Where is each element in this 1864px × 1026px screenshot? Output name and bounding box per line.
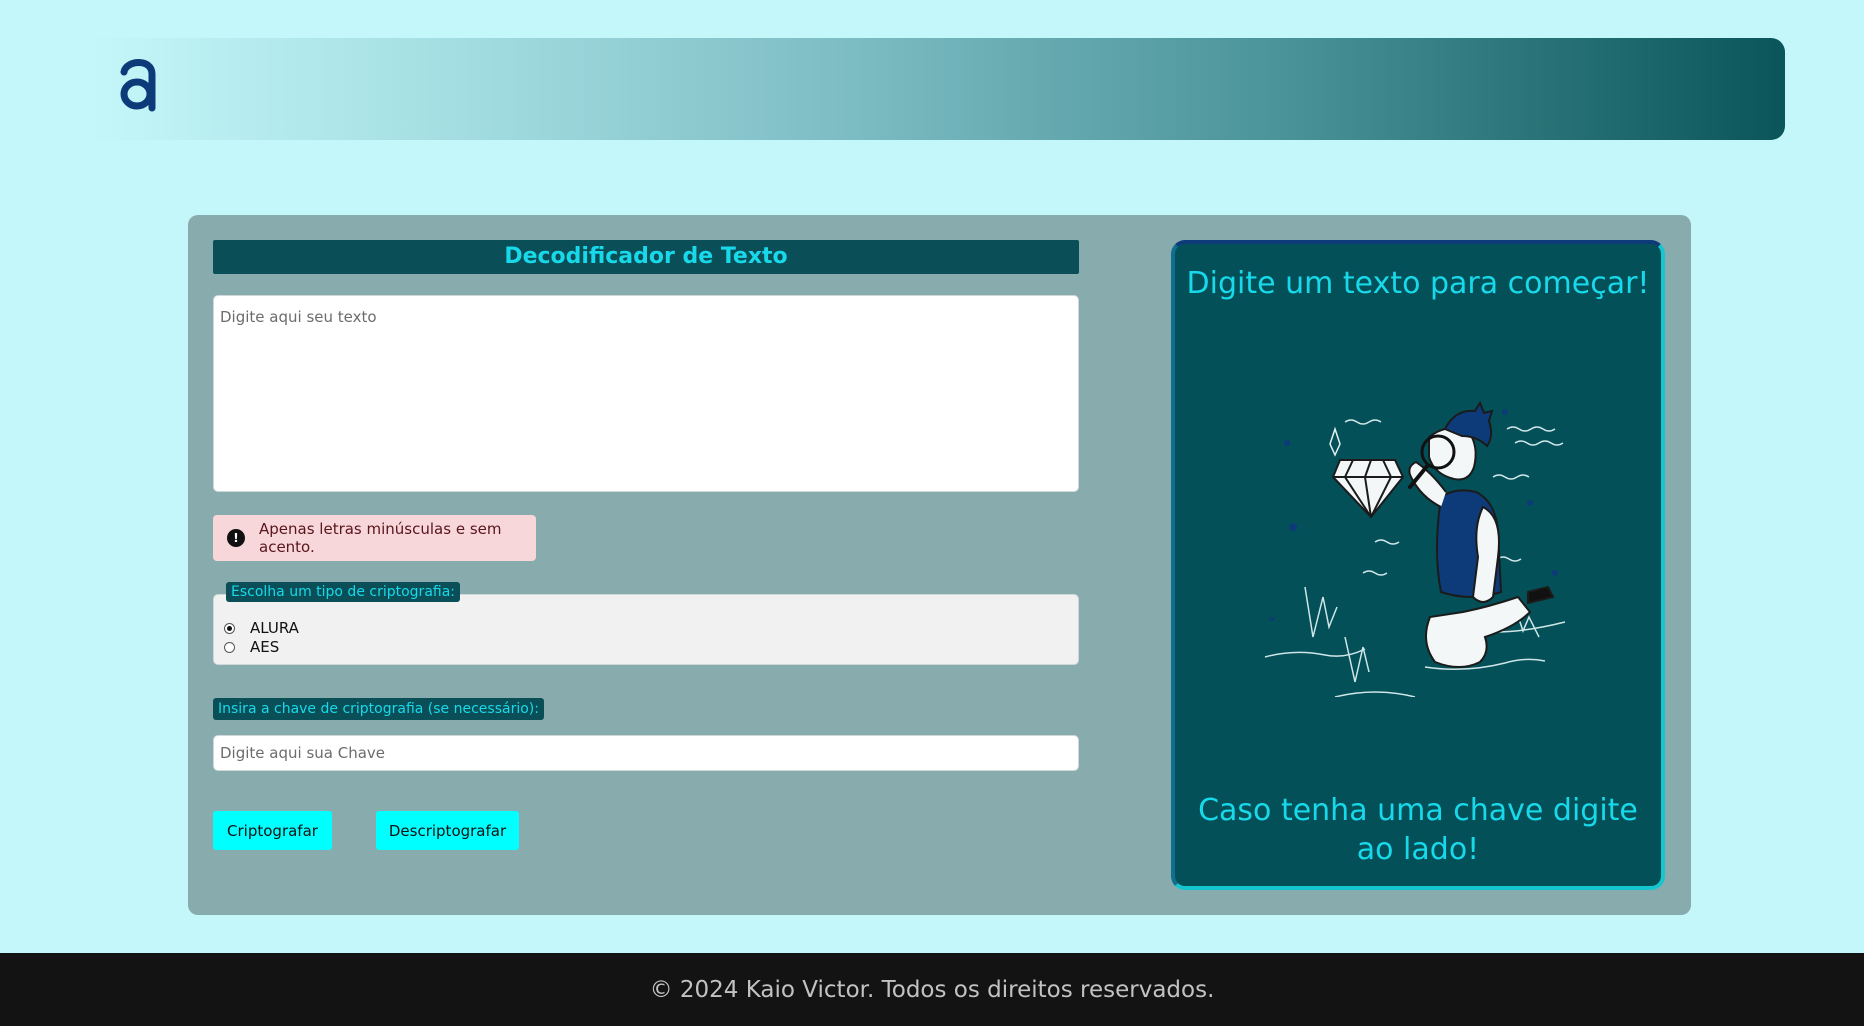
page-title: Decodificador de Texto: [213, 240, 1079, 274]
footer-text: © 2024 Kaio Victor. Todos os direitos re…: [649, 976, 1215, 1003]
crypto-type-legend: Escolha um tipo de criptografia:: [226, 582, 461, 602]
output-bottom-message: Caso tenha uma chave digite ao lado!: [1198, 793, 1638, 867]
text-input[interactable]: [213, 295, 1079, 492]
radio-button-aes[interactable]: [224, 641, 235, 653]
crypto-type-fieldset: Escolha um tipo de criptografia: ALURA A…: [213, 582, 1079, 665]
alert-text: Apenas letras minúsculas e sem acento.: [259, 520, 502, 556]
encrypt-button[interactable]: Criptografar: [213, 811, 332, 850]
output-panel: Digite um texto para começar! Caso tenha…: [1171, 240, 1665, 890]
radio-label-alura: ALURA: [250, 619, 299, 637]
radio-button-alura[interactable]: [224, 622, 235, 634]
exclamation-circle-icon: !: [227, 529, 245, 547]
main-card: Decodificador de Texto ! Apenas letras m…: [188, 215, 1691, 915]
decrypt-button[interactable]: Descriptografar: [376, 811, 519, 850]
radio-option-alura[interactable]: ALURA: [224, 619, 299, 637]
radio-option-aes[interactable]: AES: [224, 638, 279, 656]
warning-alert: ! Apenas letras minúsculas e sem acento.: [213, 515, 536, 561]
page: Decodificador de Texto ! Apenas letras m…: [0, 0, 1864, 1026]
footer: © 2024 Kaio Victor. Todos os direitos re…: [0, 953, 1864, 1026]
alura-logo-icon[interactable]: [118, 52, 158, 116]
output-top-message: Digite um texto para começar!: [1186, 266, 1650, 301]
person-with-magnifying-glass-diamond-illustration: [1264, 400, 1566, 697]
header-bar: [90, 38, 1785, 140]
radio-label-aes: AES: [250, 638, 280, 656]
key-input[interactable]: [213, 735, 1079, 771]
key-label: Insira a chave de criptografia (se neces…: [213, 698, 544, 720]
